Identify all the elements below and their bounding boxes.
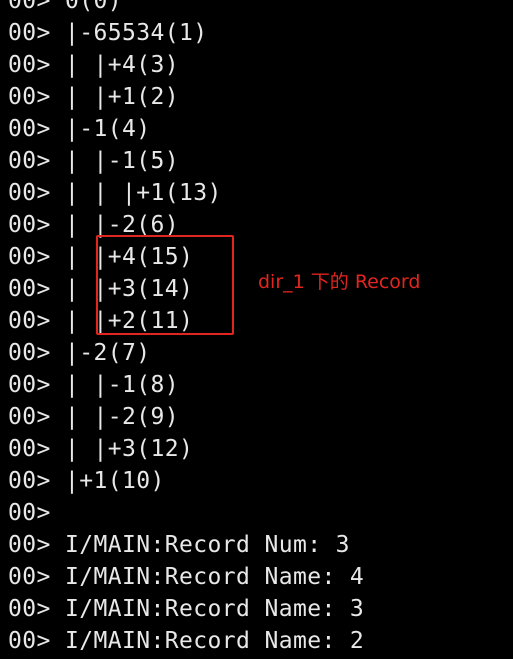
terminal-line: 00> |-2(7)	[8, 340, 151, 366]
terminal-line: 00> |-65534(1)	[8, 20, 208, 46]
terminal-line: 00> | |-1(5)	[8, 148, 179, 174]
terminal-line: 00> | |+2(11)	[8, 308, 194, 334]
terminal-line: 00> |-1(4)	[8, 116, 151, 142]
terminal-line: 00> | |+1(2)	[8, 84, 179, 110]
terminal-line: 00> I/MAIN:Record Name: 3	[8, 596, 365, 622]
annotation-label: dir_1 下的 Record	[258, 271, 421, 293]
terminal-line: 00> | |-1(8)	[8, 372, 179, 398]
terminal-line: 00> | | |+1(13)	[8, 180, 222, 206]
terminal-line: 00> I/MAIN:Record Num: 3	[8, 532, 350, 558]
terminal-output: 00> 0(0) 00> |-65534(1) 00> | |+4(3) 00>…	[8, 0, 364, 657]
terminal-line: 00> I/MAIN:Record Name: 2	[8, 628, 365, 654]
terminal-line: 00> | |+4(15)	[8, 244, 194, 270]
terminal-line: 00> 0(0)	[8, 0, 122, 14]
terminal-line: 00> | |+4(3)	[8, 52, 179, 78]
terminal-line: 00> |+1(10)	[8, 468, 165, 494]
terminal-window: 00> 0(0) 00> |-65534(1) 00> | |+4(3) 00>…	[0, 0, 513, 659]
terminal-line: 00> | |+3(12)	[8, 436, 194, 462]
terminal-line: 00> I/MAIN:Record Name: 4	[8, 564, 365, 590]
terminal-line: 00>	[8, 500, 51, 526]
terminal-line: 00> | |-2(9)	[8, 404, 179, 430]
terminal-line: 00> | |-2(6)	[8, 212, 179, 238]
